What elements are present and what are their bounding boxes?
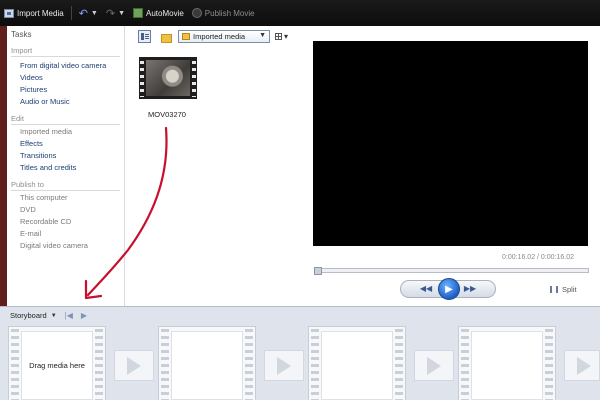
filmstrip-holes xyxy=(245,329,253,400)
folder-icon[interactable] xyxy=(158,30,172,43)
chevron-down-icon: ▼ xyxy=(90,9,98,17)
automovie-button[interactable]: AutoMovie xyxy=(129,3,188,23)
publish-heading: Publish to xyxy=(11,180,44,189)
filmstrip-holes xyxy=(545,329,553,400)
section-divider xyxy=(11,56,120,57)
chevron-down-icon: ▼ xyxy=(259,32,266,39)
tasks-title: Tasks xyxy=(11,30,32,39)
task-effects[interactable]: Effects xyxy=(20,139,43,148)
redo-button[interactable]: ↷ ▼ xyxy=(102,3,129,23)
undo-icon: ↶ xyxy=(78,7,88,20)
task-import-videos[interactable]: Videos xyxy=(20,73,43,82)
preview-monitor: 0:00:16.02 / 0:00:16.02 ◀◀ ▶ ▶▶ Split xyxy=(302,26,600,306)
filmstrip-holes xyxy=(140,59,144,97)
section-divider xyxy=(11,124,120,125)
task-publish-this-computer[interactable]: This computer xyxy=(20,193,68,202)
task-transitions[interactable]: Transitions xyxy=(20,151,56,160)
undo-button[interactable]: ↶ ▼ xyxy=(75,3,102,23)
empty-slot[interactable] xyxy=(171,331,243,400)
storyboard-slot[interactable] xyxy=(458,326,556,400)
empty-slot[interactable] xyxy=(471,331,543,400)
seek-handle[interactable] xyxy=(314,267,322,275)
storyboard-header: Storyboard ▼ |◀ ▶ xyxy=(0,307,600,324)
task-publish-recordable-cd[interactable]: Recordable CD xyxy=(20,217,71,226)
transition-slot[interactable] xyxy=(264,350,304,381)
clip-preview-image xyxy=(146,60,190,96)
transition-slot[interactable] xyxy=(114,350,154,381)
tasks-pane-toggle-button[interactable] xyxy=(138,30,151,43)
playback-controls: ◀◀ ▶ ▶▶ xyxy=(400,278,496,300)
clip-name[interactable]: MOV03270 xyxy=(137,110,197,119)
transition-slot[interactable] xyxy=(564,350,600,381)
filmstrip-holes xyxy=(311,329,319,400)
task-imported-media[interactable]: Imported media xyxy=(20,127,72,136)
section-divider xyxy=(11,190,120,191)
filmstrip-holes xyxy=(461,329,469,400)
import-media-label: Import Media xyxy=(17,8,64,18)
drag-media-hint: Drag media here xyxy=(29,361,85,370)
folder-icon xyxy=(182,33,190,40)
edit-heading: Edit xyxy=(11,114,24,123)
task-publish-digital-video-camera[interactable]: Digital video camera xyxy=(20,241,88,250)
filmstrip-holes xyxy=(95,329,103,400)
filmstrip-holes xyxy=(395,329,403,400)
time-readout: 0:00:16.02 / 0:00:16.02 xyxy=(502,254,575,261)
drop-zone[interactable]: Drag media here xyxy=(21,331,93,400)
import-heading: Import xyxy=(11,46,33,55)
next-frame-button[interactable]: ▶▶ xyxy=(463,284,477,294)
collection-dropdown-value: Imported media xyxy=(193,32,246,41)
collection-dropdown[interactable]: Imported media ▼ xyxy=(178,30,270,43)
tasks-pane: Tasks Import From digital video camera V… xyxy=(7,26,125,306)
transition-slot[interactable] xyxy=(414,350,454,381)
filmstrip-holes xyxy=(11,329,19,400)
background-window-edge xyxy=(0,26,7,306)
previous-frame-button[interactable]: ◀◀ xyxy=(419,284,433,294)
view-options-button[interactable]: ▾ xyxy=(275,30,295,43)
storyboard-view-dropdown[interactable]: Storyboard xyxy=(10,311,47,320)
seek-bar[interactable] xyxy=(314,267,589,275)
task-import-pictures[interactable]: Pictures xyxy=(20,85,47,94)
task-import-audio[interactable]: Audio or Music xyxy=(20,97,70,106)
preview-screen xyxy=(313,41,588,246)
automovie-label: AutoMovie xyxy=(146,8,184,18)
chevron-down-icon: ▼ xyxy=(118,9,125,17)
publish-icon xyxy=(191,8,202,18)
storyboard-slot[interactable]: Drag media here xyxy=(8,326,106,400)
grid-view-icon xyxy=(275,33,282,40)
split-icon xyxy=(550,286,558,293)
publish-movie-label: Publish Movie xyxy=(204,8,255,18)
task-titles-and-credits[interactable]: Titles and credits xyxy=(20,163,76,172)
media-clip-thumbnail[interactable] xyxy=(139,57,197,99)
storyboard-slot[interactable] xyxy=(158,326,256,400)
chevron-down-icon[interactable]: ▼ xyxy=(51,313,57,319)
main-toolbar: Import Media ↶ ▼ ↷ ▼ AutoMovie Publish M… xyxy=(0,0,600,26)
play-storyboard-icon[interactable]: ▶ xyxy=(81,311,87,320)
task-from-digital-video-camera[interactable]: From digital video camera xyxy=(20,61,106,70)
storyboard-pane: Storyboard ▼ |◀ ▶ Drag media here xyxy=(0,306,600,400)
play-button[interactable]: ▶ xyxy=(438,278,460,300)
chevron-down-icon: ▾ xyxy=(284,32,289,41)
automovie-icon xyxy=(133,8,143,18)
filmstrip-holes xyxy=(192,59,196,97)
toolbar-separator xyxy=(70,6,72,20)
redo-icon: ↷ xyxy=(105,7,116,20)
filmstrip-holes xyxy=(161,329,169,400)
split-label: Split xyxy=(562,285,577,294)
empty-slot[interactable] xyxy=(321,331,393,400)
collection-pane: Imported media ▼ ▾ MOV03270 xyxy=(125,26,302,306)
rewind-storyboard-icon[interactable]: |◀ xyxy=(65,311,73,320)
split-button[interactable]: Split xyxy=(550,285,577,294)
publish-movie-button[interactable]: Publish Movie xyxy=(188,3,259,23)
import-media-button[interactable]: Import Media xyxy=(0,3,68,23)
task-publish-dvd[interactable]: DVD xyxy=(20,205,36,214)
storyboard-slot[interactable] xyxy=(308,326,406,400)
film-icon xyxy=(4,8,14,18)
task-publish-email[interactable]: E-mail xyxy=(20,229,41,238)
